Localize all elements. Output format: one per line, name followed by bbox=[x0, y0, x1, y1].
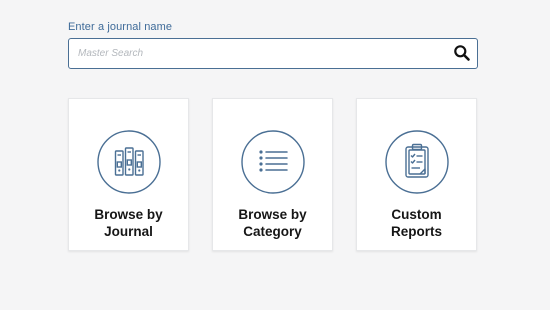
browse-by-journal-card[interactable]: Browse by Journal bbox=[68, 98, 189, 251]
journal-search-page: Enter a journal name Master Search Brows… bbox=[0, 0, 550, 310]
custom-reports-card[interactable]: Custom Reports bbox=[356, 98, 477, 251]
custom-reports-label: Custom Reports bbox=[390, 207, 442, 239]
clipboard-icon bbox=[385, 130, 449, 194]
search-label: Enter a journal name bbox=[68, 21, 173, 33]
search-input[interactable] bbox=[69, 39, 448, 67]
binders-icon bbox=[97, 130, 161, 194]
browse-by-category-card[interactable]: Browse by Category bbox=[212, 98, 333, 251]
list-icon bbox=[241, 130, 305, 194]
browse-by-journal-label: Browse by Journal bbox=[94, 207, 163, 239]
search-box[interactable] bbox=[68, 38, 478, 69]
search-icon[interactable] bbox=[453, 44, 471, 62]
browse-by-category-label: Browse by Category bbox=[238, 207, 307, 239]
